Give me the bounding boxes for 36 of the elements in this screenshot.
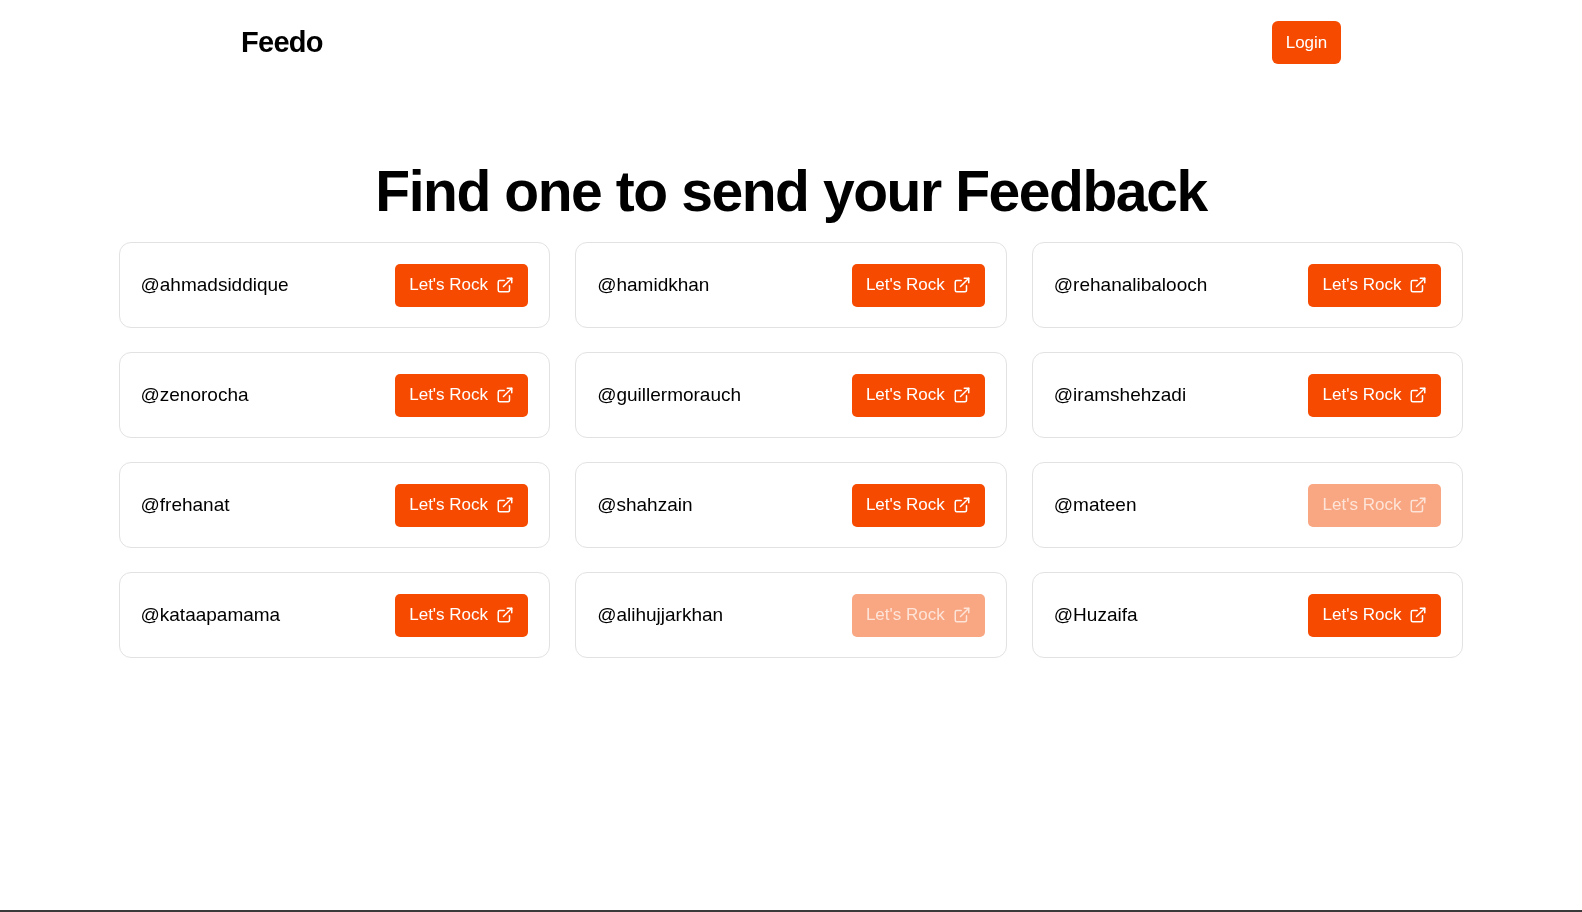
external-link-icon xyxy=(496,606,515,624)
lets-rock-button[interactable]: Let's Rock xyxy=(851,263,985,307)
username: @alihujjarkhan xyxy=(597,602,724,627)
username: @frehanat xyxy=(140,492,230,517)
lets-rock-button[interactable]: Let's Rock xyxy=(1308,593,1442,637)
external-link-icon xyxy=(952,606,971,624)
external-link-icon xyxy=(1409,386,1428,404)
lets-rock-button[interactable]: Let's Rock xyxy=(395,263,529,307)
external-link-icon xyxy=(496,496,515,514)
external-link-icon xyxy=(496,386,515,404)
username: @zenorocha xyxy=(140,382,249,407)
external-link-icon xyxy=(952,386,971,404)
external-link-icon xyxy=(1409,496,1428,514)
lets-rock-button[interactable]: Let's Rock xyxy=(851,483,985,527)
external-link-icon xyxy=(952,276,971,294)
lets-rock-button[interactable]: Let's Rock xyxy=(1308,263,1442,307)
external-link-icon xyxy=(1409,606,1428,624)
external-link-icon xyxy=(1409,276,1428,294)
username: @iramshehzadi xyxy=(1053,382,1187,407)
lets-rock-button[interactable]: Let's Rock xyxy=(395,593,529,637)
lets-rock-button[interactable]: Let's Rock xyxy=(395,373,529,417)
login-button[interactable]: Login xyxy=(1272,21,1341,64)
username: @hamidkhan xyxy=(597,272,710,297)
lets-rock-button[interactable]: Let's Rock xyxy=(1308,373,1442,417)
username: @Huzaifa xyxy=(1053,602,1138,627)
external-link-icon xyxy=(952,496,971,514)
username: @mateen xyxy=(1053,492,1137,517)
lets-rock-button[interactable]: Let's Rock xyxy=(395,483,529,527)
username: @guillermorauch xyxy=(597,382,742,407)
username: @kataapamama xyxy=(140,602,281,627)
lets-rock-button[interactable]: Let's Rock xyxy=(851,373,985,417)
username: @rehanalibalooch xyxy=(1053,272,1208,297)
external-link-icon xyxy=(496,276,515,294)
username: @ahmadsiddique xyxy=(140,272,289,297)
username: @shahzain xyxy=(597,492,693,517)
logo[interactable]: Feedo xyxy=(241,28,323,57)
